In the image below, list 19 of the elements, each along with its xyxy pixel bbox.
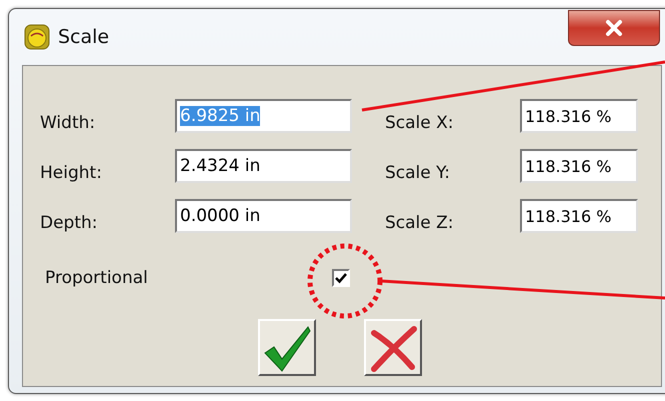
input-field[interactable]: 118.316 % bbox=[520, 99, 638, 133]
close-button[interactable] bbox=[568, 10, 660, 46]
close-icon bbox=[604, 19, 624, 37]
input-field[interactable]: 0.0000 in bbox=[175, 199, 352, 233]
field-label: Scale Y: bbox=[385, 162, 451, 183]
checkbox[interactable] bbox=[332, 269, 350, 287]
checkbox-label: Proportional bbox=[45, 268, 149, 288]
field-label: Width: bbox=[40, 112, 96, 133]
field-label: Height: bbox=[40, 162, 103, 183]
field-label: Depth: bbox=[40, 212, 99, 233]
input-field[interactable]: 2.4324 in bbox=[175, 149, 352, 183]
input-field[interactable]: 118.316 % bbox=[520, 149, 638, 183]
field-label: Scale X: bbox=[385, 112, 455, 133]
input-field[interactable]: 118.316 % bbox=[520, 199, 638, 233]
ok-button[interactable] bbox=[258, 319, 316, 376]
window-title: Scale bbox=[58, 26, 110, 48]
app-logo-icon bbox=[24, 24, 50, 50]
cancel-button[interactable] bbox=[364, 319, 422, 376]
field-label: Scale Z: bbox=[385, 212, 455, 233]
